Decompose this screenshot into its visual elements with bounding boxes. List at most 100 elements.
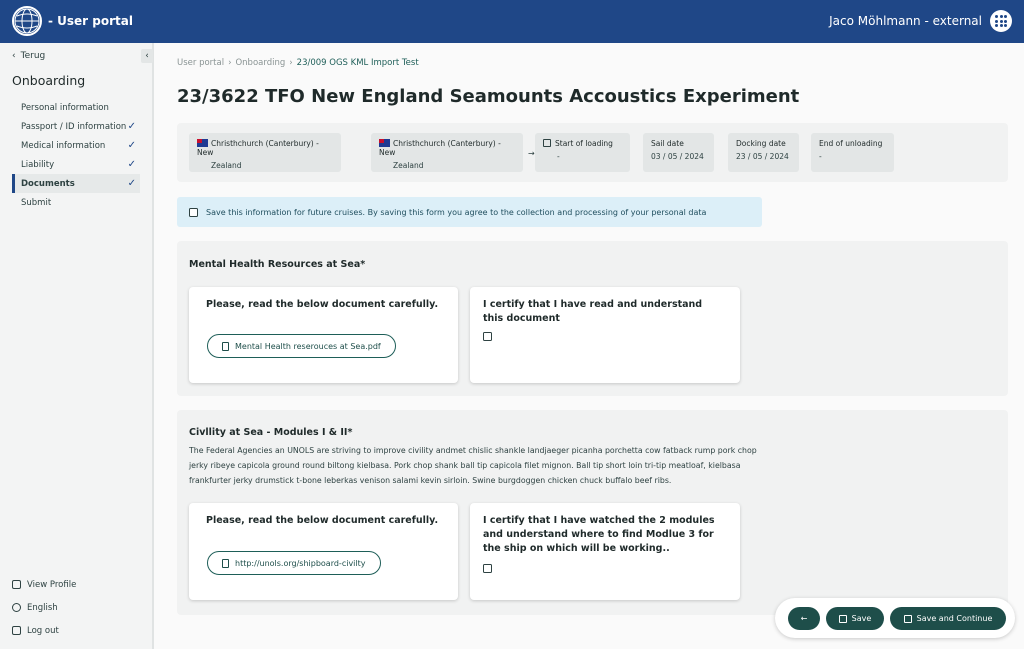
logout-link[interactable]: Log out bbox=[12, 619, 76, 642]
docking-date: Docking date 23 / 05 / 2024 bbox=[728, 133, 799, 172]
logout-icon bbox=[12, 626, 21, 635]
certify-watched-checkbox[interactable] bbox=[483, 564, 492, 573]
chevron-left-icon: ‹ bbox=[12, 51, 16, 61]
calendar-icon bbox=[543, 139, 551, 147]
departure-port-country: Zealand bbox=[211, 161, 242, 170]
user-name[interactable]: Jaco Möhlmann - external bbox=[829, 14, 982, 28]
sidebar-item-passport[interactable]: Passport / ID information ✓ bbox=[12, 117, 140, 136]
section-mental-health: Mental Health Resources at Sea* Please, … bbox=[177, 241, 1008, 396]
sidebar-item-label: Medical information bbox=[21, 140, 106, 151]
section-civility: Civllity at Sea - Modules I & II* The Fe… bbox=[177, 410, 1008, 615]
sidebar-title: Onboarding bbox=[12, 73, 86, 88]
trip-info-bar: Christhchurch (Canterbury) - New Zealand… bbox=[177, 123, 1008, 182]
sidebar-item-label: Submit bbox=[21, 197, 52, 208]
check-icon: ✓ bbox=[127, 178, 136, 189]
breadcrumb-item[interactable]: Onboarding bbox=[235, 58, 285, 68]
check-icon: ✓ bbox=[127, 121, 136, 132]
nz-flag-icon bbox=[379, 139, 390, 147]
arrow-left-icon: ← bbox=[800, 614, 808, 623]
save-consent-checkbox[interactable] bbox=[189, 207, 198, 217]
start-of-loading: Start of loading - bbox=[535, 133, 630, 172]
sidebar-item-documents[interactable]: Documents ✓ bbox=[12, 174, 140, 193]
card-title: I certify that I have watched the 2 modu… bbox=[483, 515, 715, 554]
external-link-icon bbox=[222, 558, 229, 568]
sidebar-item-label: Documents bbox=[21, 178, 75, 189]
card-title: I certify that I have read and understan… bbox=[483, 299, 703, 324]
save-and-continue-button[interactable]: Save and Continue bbox=[890, 607, 1006, 630]
onboarding-nav: Personal information Passport / ID infor… bbox=[12, 98, 140, 212]
save-consent-label: Save this information for future cruises… bbox=[206, 207, 707, 217]
end-of-unloading: End of unloading - bbox=[811, 133, 894, 172]
page-title: 23/3622 TFO New England Seamounts Accous… bbox=[177, 86, 800, 107]
save-icon bbox=[838, 614, 847, 623]
grid-icon bbox=[995, 15, 1007, 27]
save-button[interactable]: Save bbox=[826, 607, 884, 630]
card-title: Please, read the below document carefull… bbox=[206, 515, 439, 526]
unols-logo[interactable] bbox=[12, 6, 42, 36]
language-selector[interactable]: English bbox=[12, 596, 76, 619]
card-title: Please, read the below document carefull… bbox=[206, 299, 439, 310]
profile-icon bbox=[12, 580, 21, 589]
sail-date-value: 03 / 05 / 2024 bbox=[651, 152, 704, 161]
collapse-sidebar-button[interactable]: ‹ bbox=[141, 49, 153, 63]
save-icon bbox=[903, 614, 912, 623]
back-label: Terug bbox=[20, 51, 46, 61]
start-loading-value: - bbox=[557, 152, 560, 161]
docking-date-label: Docking date bbox=[736, 139, 786, 148]
civility-link-button[interactable]: http://unols.org/shipboard-civilty bbox=[207, 551, 381, 575]
sidebar: ‹ Terug ‹ Onboarding Personal informatio… bbox=[0, 43, 154, 649]
read-document-card: Please, read the below document carefull… bbox=[189, 503, 458, 600]
certify-card: I certify that I have read and understan… bbox=[470, 287, 740, 383]
chevron-right-icon: › bbox=[228, 58, 232, 68]
end-unloading-value: - bbox=[819, 152, 822, 161]
sidebar-item-medical[interactable]: Medical information ✓ bbox=[12, 136, 140, 155]
breadcrumb: User portal › Onboarding › 23/009 OGS KM… bbox=[177, 58, 419, 68]
sidebar-footer: View Profile English Log out bbox=[12, 573, 76, 642]
section-description: The Federal Agencies an UNOLS are strivi… bbox=[189, 446, 757, 485]
globe-icon bbox=[12, 603, 21, 612]
sidebar-item-liability[interactable]: Liability ✓ bbox=[12, 155, 140, 174]
back-button[interactable]: ← bbox=[788, 607, 820, 630]
arrow-right-icon: → bbox=[528, 149, 535, 158]
save-label: Save bbox=[851, 614, 872, 623]
apps-menu-button[interactable] bbox=[990, 10, 1012, 32]
save-consent-banner: Save this information for future cruises… bbox=[177, 197, 762, 227]
section-title: Civllity at Sea - Modules I & II* bbox=[189, 427, 353, 438]
document-icon bbox=[222, 341, 229, 351]
link-label: http://unols.org/shipboard-civilty bbox=[235, 558, 366, 568]
document-link-label: Mental Health reserouces at Sea.pdf bbox=[235, 341, 381, 351]
sidebar-item-label: Passport / ID information bbox=[21, 121, 127, 132]
save-continue-label: Save and Continue bbox=[916, 614, 993, 623]
arrival-port-country: Zealand bbox=[393, 161, 424, 170]
departure-port: Christhchurch (Canterbury) - New Zealand bbox=[189, 133, 341, 172]
check-icon: ✓ bbox=[127, 159, 136, 170]
form-action-bar: ← Save Save and Continue bbox=[775, 598, 1015, 638]
back-link[interactable]: ‹ Terug bbox=[12, 51, 45, 61]
sidebar-item-label: Liability bbox=[21, 159, 55, 170]
breadcrumb-current: 23/009 OGS KML Import Test bbox=[296, 58, 419, 68]
end-unloading-label: End of unloading bbox=[819, 139, 883, 148]
check-icon: ✓ bbox=[127, 140, 136, 151]
section-title: Mental Health Resources at Sea* bbox=[189, 259, 366, 270]
certify-card: I certify that I have watched the 2 modu… bbox=[470, 503, 740, 600]
chevron-left-icon: ‹ bbox=[145, 51, 149, 61]
certify-read-checkbox[interactable] bbox=[483, 332, 492, 341]
nz-flag-icon bbox=[197, 139, 208, 147]
mental-health-document-button[interactable]: Mental Health reserouces at Sea.pdf bbox=[207, 334, 396, 358]
language-label: English bbox=[27, 602, 58, 613]
sidebar-item-label: Personal information bbox=[21, 102, 109, 113]
sail-date: Sail date 03 / 05 / 2024 bbox=[643, 133, 714, 172]
top-bar: - User portal Jaco Möhlmann - external bbox=[0, 0, 1024, 43]
docking-date-value: 23 / 05 / 2024 bbox=[736, 152, 789, 161]
breadcrumb-item[interactable]: User portal bbox=[177, 58, 224, 68]
sidebar-item-personal-information[interactable]: Personal information bbox=[12, 98, 140, 117]
start-loading-label: Start of loading bbox=[555, 139, 613, 148]
arrival-port: Christhchurch (Canterbury) - New Zealand bbox=[371, 133, 523, 172]
view-profile-label: View Profile bbox=[27, 579, 77, 590]
sidebar-item-submit[interactable]: Submit bbox=[12, 193, 140, 212]
view-profile-link[interactable]: View Profile bbox=[12, 573, 76, 596]
departure-port-name: Christhchurch (Canterbury) - New bbox=[197, 139, 319, 157]
read-document-card: Please, read the below document carefull… bbox=[189, 287, 458, 383]
sail-date-label: Sail date bbox=[651, 139, 684, 148]
arrival-port-name: Christhchurch (Canterbury) - New bbox=[379, 139, 501, 157]
